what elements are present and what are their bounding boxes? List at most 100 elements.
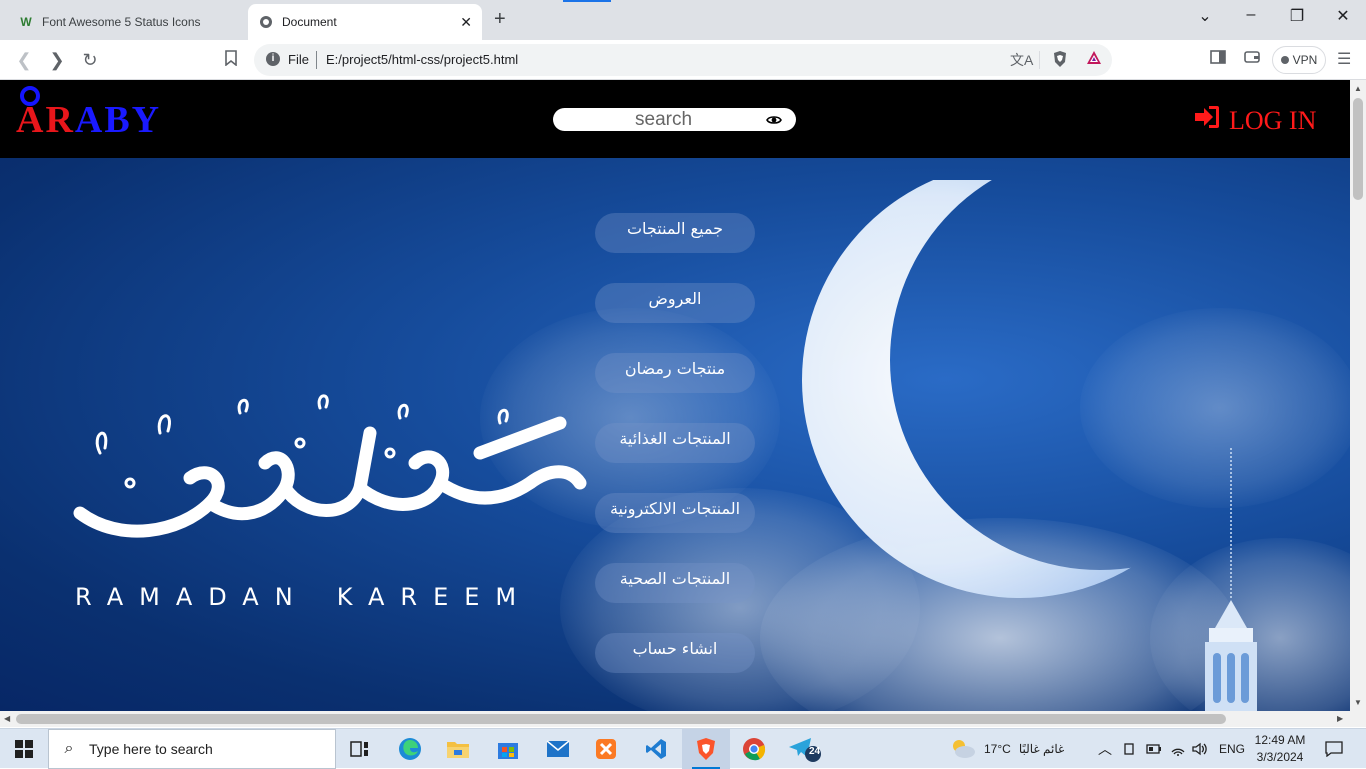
menu-item-all-products[interactable]: جميع المنتجات: [595, 213, 755, 253]
forward-button[interactable]: ❯: [47, 50, 67, 70]
omnibox-divider: [1039, 51, 1040, 69]
weather-widget[interactable]: 17°C غائم غالبًا: [950, 729, 1064, 769]
language-indicator[interactable]: ENG: [1219, 729, 1245, 769]
vpn-status-icon: [1280, 56, 1289, 64]
menu-item-electronics[interactable]: المنتجات الالكترونية: [595, 493, 755, 533]
close-tab-icon[interactable]: ✕: [460, 14, 472, 31]
windows-logo-icon: [15, 740, 33, 758]
ramadan-word: RAMADAN: [75, 583, 309, 611]
menu-item-food-products[interactable]: المنتجات الغذائية: [595, 423, 755, 463]
scroll-right-icon[interactable]: ▶: [1337, 714, 1343, 723]
scroll-down-icon[interactable]: ▼: [1354, 698, 1362, 707]
crescent-moon-image: [802, 180, 1238, 598]
w-favicon-icon: W: [20, 15, 32, 29]
weather-temp: 17°C: [984, 742, 1011, 756]
taskbar-search-placeholder: Type here to search: [89, 741, 213, 757]
logo-drop-icon: [20, 86, 40, 106]
page-viewport: ARABY search LOG IN RAMADAN KAREEM جميع …: [0, 80, 1350, 711]
brave-rewards-icon[interactable]: [1086, 50, 1102, 69]
scroll-left-icon[interactable]: ◀: [4, 714, 10, 723]
menu-item-ramadan-products[interactable]: منتجات رمضان: [595, 353, 755, 393]
sidebar-icon[interactable]: [1210, 50, 1226, 67]
login-label: LOG IN: [1229, 105, 1317, 135]
tab-title: Font Awesome 5 Status Icons: [42, 15, 201, 29]
weather-text: غائم غالبًا: [1018, 742, 1065, 756]
vpn-label: VPN: [1292, 53, 1318, 67]
minimize-button[interactable]: –: [1241, 6, 1261, 24]
ramadan-kareem-caption: RAMADAN KAREEM: [75, 583, 532, 611]
search-box[interactable]: search: [553, 108, 796, 131]
globe-icon: [258, 14, 274, 30]
notification-icon[interactable]: [1325, 729, 1343, 769]
network-adapter-icon[interactable]: [1122, 729, 1136, 769]
address-scheme: File: [288, 52, 309, 67]
close-window-button[interactable]: ✕: [1333, 6, 1353, 26]
wallet-icon[interactable]: [1244, 50, 1260, 67]
wifi-icon[interactable]: [1170, 729, 1186, 769]
site-header: ARABY search LOG IN: [0, 80, 1350, 158]
browser-chrome: W Font Awesome 5 Status Icons Document ✕…: [0, 0, 1366, 80]
login-button[interactable]: LOG IN: [1193, 104, 1316, 137]
address-separator: [316, 51, 317, 69]
cloudy-weather-icon: [953, 740, 975, 758]
ramadan-hero: RAMADAN KAREEM جميع المنتجات العروض منتجا…: [0, 158, 1350, 711]
new-tab-button[interactable]: +: [494, 8, 506, 31]
scroll-up-icon[interactable]: ▲: [1354, 84, 1362, 93]
file-explorer-icon[interactable]: [434, 729, 482, 769]
menu-item-health-products[interactable]: المنتجات الصحية: [595, 563, 755, 603]
start-button[interactable]: [0, 729, 48, 769]
menu-item-create-account[interactable]: انشاء حساب: [595, 633, 755, 673]
taskbar-search-box[interactable]: ⌕ Type here to search: [48, 729, 336, 769]
tab-indicator: [563, 0, 611, 2]
xampp-icon[interactable]: [582, 729, 630, 769]
vertical-scroll-thumb[interactable]: [1353, 98, 1363, 200]
scrollbar-corner: [1350, 711, 1366, 727]
search-icon: ⌕: [64, 740, 74, 757]
clock-date: 3/3/2024: [1256, 750, 1304, 764]
tab-title: Document: [282, 15, 337, 29]
search-placeholder: search: [635, 109, 693, 130]
vscode-icon[interactable]: [632, 729, 680, 769]
kareem-word: KAREEM: [336, 583, 533, 611]
vpn-button[interactable]: VPN: [1272, 46, 1326, 74]
brave-browser-icon[interactable]: [682, 729, 730, 769]
battery-icon[interactable]: [1146, 729, 1162, 769]
horizontal-scrollbar[interactable]: ◀ ▶: [0, 711, 1350, 727]
address-bar[interactable]: i File E:/project5/html-css/project5.htm…: [254, 44, 1112, 76]
info-icon[interactable]: i: [266, 52, 280, 66]
araby-logo[interactable]: ARABY: [16, 86, 162, 142]
bookmark-icon[interactable]: [221, 50, 241, 70]
menu-icon[interactable]: ☰: [1337, 49, 1351, 69]
logo-blue-part: ABY: [74, 99, 162, 141]
reload-button[interactable]: ↻: [80, 50, 100, 70]
windows-taskbar: ⌕ Type here to search 24 17°C غائم غالبً…: [0, 728, 1366, 769]
eye-icon[interactable]: [766, 112, 782, 128]
tab-document[interactable]: Document ✕: [248, 4, 482, 40]
back-button[interactable]: ❮: [14, 50, 34, 70]
ramadan-kareem-calligraphy: [73, 394, 587, 538]
translate-icon[interactable]: 文A: [1010, 50, 1033, 70]
menu-item-offers[interactable]: العروض: [595, 283, 755, 323]
tab-search-chevron-icon[interactable]: ⌄: [1195, 6, 1215, 26]
show-hidden-icons-chevron-icon[interactable]: ︿: [1098, 729, 1112, 769]
volume-icon[interactable]: [1192, 729, 1208, 769]
restore-button[interactable]: ❐: [1287, 6, 1307, 26]
sign-in-icon: [1193, 104, 1221, 137]
telegram-icon[interactable]: 24: [780, 729, 828, 769]
logo-red-part: AR: [16, 99, 75, 141]
microsoft-store-icon[interactable]: [484, 729, 532, 769]
tab-strip: W Font Awesome 5 Status Icons Document ✕…: [0, 0, 1366, 40]
brave-shields-icon[interactable]: [1052, 50, 1068, 71]
system-clock[interactable]: 12:49 AM 3/3/2024: [1250, 732, 1310, 766]
tab-font-awesome[interactable]: W Font Awesome 5 Status Icons: [8, 4, 240, 40]
telegram-badge: 24: [809, 746, 821, 757]
edge-icon[interactable]: [386, 729, 434, 769]
browser-toolbar: ❮ ❯ ↻ i File E:/project5/html-css/projec…: [0, 40, 1366, 80]
clock-time: 12:49 AM: [1254, 733, 1306, 747]
address-url[interactable]: E:/project5/html-css/project5.html: [326, 52, 518, 67]
task-view-icon[interactable]: [336, 729, 384, 769]
chrome-icon[interactable]: [730, 729, 778, 769]
vertical-scrollbar[interactable]: ▲ ▼: [1350, 80, 1366, 711]
horizontal-scroll-thumb[interactable]: [16, 714, 1226, 724]
mail-icon[interactable]: [534, 729, 582, 769]
